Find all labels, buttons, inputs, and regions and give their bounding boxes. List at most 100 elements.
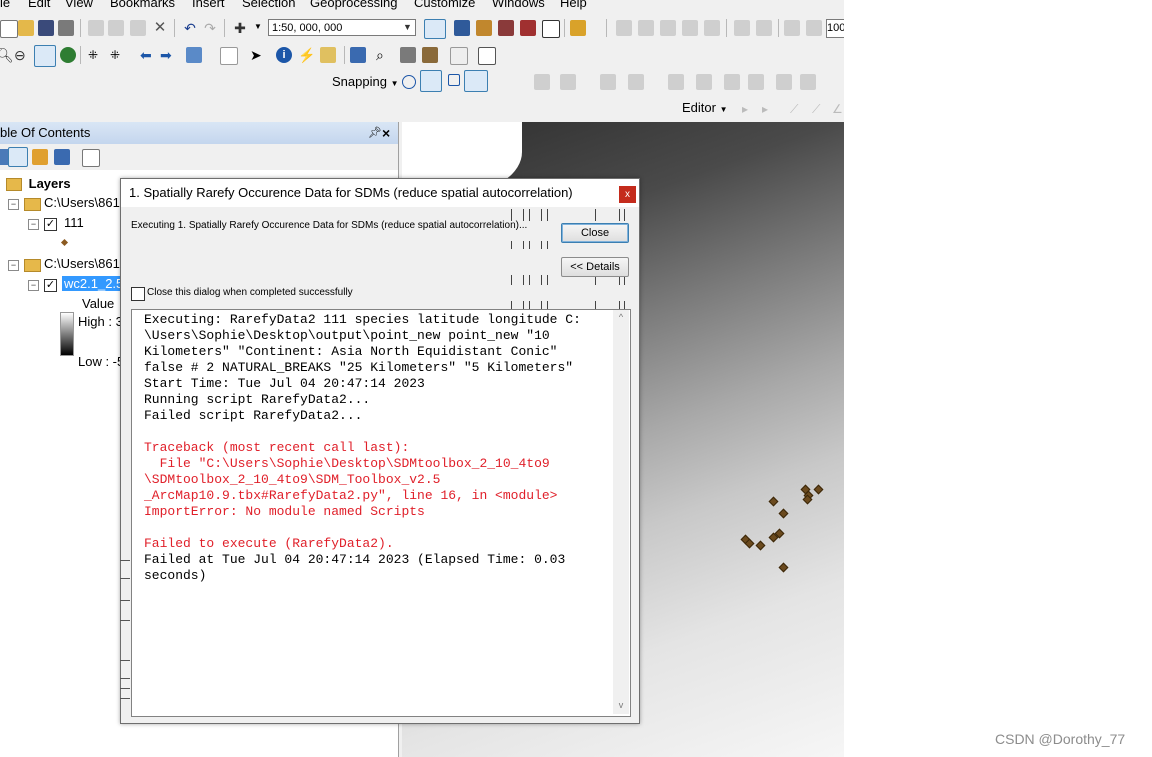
modelbuilder-icon[interactable] <box>570 20 586 36</box>
menu-bookmarks[interactable]: Bookmarks <box>110 0 175 10</box>
topology-tool-icon[interactable] <box>628 74 644 90</box>
zoom-in-icon[interactable]: 🔍︎ <box>0 47 14 63</box>
identify-info-icon[interactable]: i <box>276 47 292 63</box>
trace-icon[interactable]: ∠ <box>832 101 844 117</box>
chevron-down-icon[interactable]: ▼ <box>401 21 414 34</box>
print-icon[interactable] <box>58 20 74 36</box>
layout-tool-icon[interactable] <box>756 20 772 36</box>
topology-tool-icon[interactable] <box>696 74 712 90</box>
zoom-out-icon[interactable]: ⊖ <box>14 47 30 63</box>
new-document-icon[interactable] <box>0 20 18 38</box>
chevron-down-icon[interactable]: v <box>613 698 629 712</box>
topology-tool-icon[interactable] <box>748 74 764 90</box>
close-icon[interactable]: x <box>619 186 636 203</box>
html-popup-icon[interactable] <box>320 47 336 63</box>
group2-path[interactable]: C:\Users\861 <box>44 256 120 271</box>
topology-tool-icon[interactable] <box>600 74 616 90</box>
auto-close-checkbox[interactable] <box>131 287 145 301</box>
pan-hand-icon[interactable] <box>34 45 56 67</box>
menu-selection[interactable]: Selection <box>242 0 295 10</box>
layer-visibility-checkbox[interactable]: ✓ <box>44 218 57 231</box>
save-icon[interactable] <box>38 20 54 36</box>
paste-icon[interactable] <box>130 20 146 36</box>
go-back-icon[interactable]: ⬅ <box>140 47 156 63</box>
group1-path[interactable]: C:\Users\861 <box>44 195 120 210</box>
redo-icon[interactable]: ↷ <box>202 20 218 36</box>
select-features-icon[interactable] <box>186 47 202 63</box>
collapse-icon[interactable]: − <box>28 280 39 291</box>
search-window-icon[interactable] <box>498 20 514 36</box>
editor-toolbar-icon[interactable] <box>424 19 446 39</box>
create-viewer-icon[interactable] <box>478 47 496 65</box>
menu-customize[interactable]: Customize <box>414 0 475 10</box>
menu-insert[interactable]: Insert <box>192 0 225 10</box>
map-scale-combo[interactable]: 1:50, 000, 000 ▼ <box>268 19 416 36</box>
toc-options-icon[interactable] <box>82 149 100 167</box>
list-by-selection-icon[interactable] <box>54 149 70 165</box>
menu-view[interactable]: View <box>65 0 93 10</box>
open-folder-icon[interactable] <box>18 20 34 36</box>
close-button[interactable]: Close <box>561 223 629 243</box>
menu-help[interactable]: Help <box>560 0 587 10</box>
layer1-name[interactable]: 111 <box>64 215 84 230</box>
fixed-zoom-out-icon[interactable]: ⁜ <box>110 47 126 63</box>
edit-annotation-icon[interactable]: ▸ <box>762 101 778 117</box>
layout-tool-icon[interactable] <box>638 20 654 36</box>
python-window-icon[interactable] <box>542 20 560 38</box>
edge-snapping-icon[interactable] <box>464 70 488 92</box>
layout-tool-icon[interactable] <box>806 20 822 36</box>
menu-windows[interactable]: Windows <box>492 0 545 10</box>
log-scrollbar[interactable]: ^ v <box>613 310 629 714</box>
layout-tool-icon[interactable] <box>660 20 676 36</box>
details-button[interactable]: << Details <box>561 257 629 277</box>
pin-icon[interactable]: 📌︎ <box>368 122 382 144</box>
resize-grip-icon[interactable] <box>627 711 637 721</box>
layout-tool-icon[interactable] <box>734 20 750 36</box>
delete-icon[interactable]: ✕ <box>152 20 168 36</box>
catalog-icon[interactable] <box>476 20 492 36</box>
list-by-source-icon[interactable] <box>8 147 28 167</box>
full-extent-globe-icon[interactable] <box>60 47 76 63</box>
go-to-xy-icon[interactable] <box>422 47 438 63</box>
vertex-snapping-icon[interactable] <box>448 74 460 86</box>
add-data-dropdown-icon[interactable]: ▼ <box>254 22 262 31</box>
undo-icon[interactable]: ↶ <box>182 20 198 36</box>
menu-file[interactable]: le <box>0 0 10 10</box>
topology-tool-icon[interactable] <box>724 74 740 90</box>
find-binoculars-icon[interactable]: ⌕ <box>376 47 392 63</box>
end-point-arc-icon[interactable]: ⟋ <box>812 101 828 117</box>
layout-tool-icon[interactable] <box>616 20 632 36</box>
layout-tool-icon[interactable] <box>682 20 698 36</box>
straight-segment-icon[interactable]: ⟋ <box>790 101 806 117</box>
menu-edit[interactable]: Edit <box>28 0 50 10</box>
table-of-contents-icon[interactable] <box>454 20 470 36</box>
measure-icon[interactable] <box>350 47 366 63</box>
find-route-icon[interactable] <box>400 47 416 63</box>
end-snapping-icon[interactable] <box>420 70 442 92</box>
layout-tool-icon[interactable] <box>784 20 800 36</box>
collapse-icon[interactable]: − <box>8 199 19 210</box>
clear-selection-icon[interactable] <box>220 47 238 65</box>
topology-tool-icon[interactable] <box>668 74 684 90</box>
cut-icon[interactable] <box>88 20 104 36</box>
layer-visibility-checkbox[interactable]: ✓ <box>44 279 57 292</box>
topology-tool-icon[interactable] <box>800 74 816 90</box>
arctoolbox-icon[interactable] <box>520 20 536 36</box>
layout-tool-icon[interactable] <box>704 20 720 36</box>
layers-root[interactable]: Layers <box>6 176 71 192</box>
topology-tool-icon[interactable] <box>534 74 550 90</box>
fixed-zoom-in-icon[interactable]: ⁜ <box>88 47 104 63</box>
copy-icon[interactable] <box>108 20 124 36</box>
select-elements-arrow-icon[interactable]: ➤ <box>250 47 266 63</box>
chevron-up-icon[interactable]: ^ <box>613 310 629 324</box>
hyperlink-icon[interactable]: ⚡ <box>298 47 315 63</box>
go-forward-icon[interactable]: ➡ <box>160 47 176 63</box>
edit-tool-icon[interactable]: ▸ <box>742 101 758 117</box>
messages-log[interactable]: Executing: RarefyData2 111 species latit… <box>131 309 631 717</box>
collapse-icon[interactable]: − <box>28 219 39 230</box>
time-slider-icon[interactable] <box>450 47 468 65</box>
layout-zoom-combo[interactable]: 100 <box>826 19 844 38</box>
add-data-icon[interactable]: ✚ <box>232 20 248 36</box>
collapse-icon[interactable]: − <box>8 260 19 271</box>
point-snapping-icon[interactable] <box>402 75 416 89</box>
